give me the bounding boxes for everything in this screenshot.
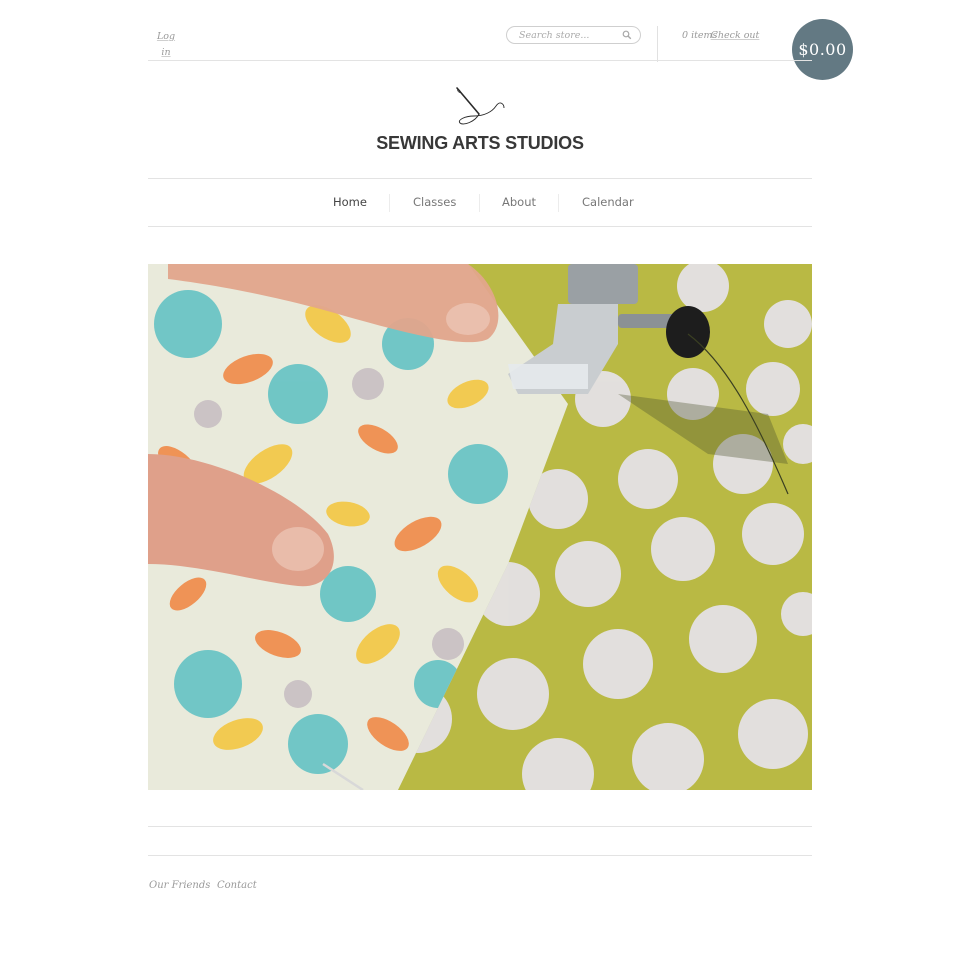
- footer-top-rule: [148, 826, 812, 827]
- site-title[interactable]: SEWING ARTS STUDIOS: [0, 133, 960, 154]
- header-divider: [657, 26, 658, 62]
- nav-separator: [479, 194, 480, 212]
- checkout-label[interactable]: Check out: [711, 30, 760, 41]
- nav-bottom-rule: [148, 226, 812, 227]
- search-input[interactable]: [519, 28, 619, 42]
- nav-item-classes[interactable]: Classes: [413, 195, 456, 209]
- nav-top-rule: [148, 178, 812, 179]
- nav-separator: [558, 194, 559, 212]
- cart-total-badge[interactable]: $0.00: [792, 19, 853, 80]
- footer-rule: [148, 855, 812, 856]
- nav-item-about[interactable]: About: [502, 195, 536, 209]
- nav-separator: [389, 194, 390, 212]
- footer-link-our-friends[interactable]: Our Friends: [149, 880, 210, 891]
- checkout-link[interactable]: Check out: [710, 28, 760, 44]
- needle-and-thread-icon[interactable]: [452, 86, 508, 130]
- header-rule: [148, 60, 812, 61]
- search-icon[interactable]: [622, 30, 632, 40]
- footer-link-contact[interactable]: Contact: [217, 880, 257, 891]
- main-nav: Home Classes About Calendar: [0, 195, 960, 211]
- login-link[interactable]: Log in: [155, 29, 177, 61]
- hero-image: [148, 264, 812, 790]
- nav-item-calendar[interactable]: Calendar: [582, 195, 634, 209]
- nav-item-home[interactable]: Home: [333, 195, 367, 209]
- search-box[interactable]: [506, 26, 641, 44]
